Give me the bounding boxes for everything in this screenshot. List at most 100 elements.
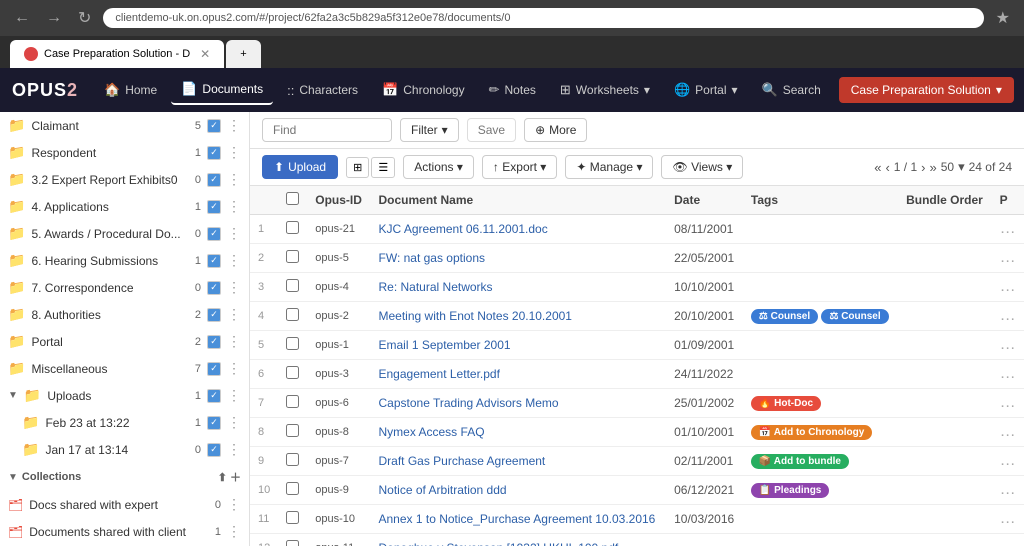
sidebar-menu[interactable]: ⋮	[227, 117, 241, 134]
row-checkbox[interactable]	[286, 337, 299, 350]
sidebar-checkbox[interactable]: ✓	[207, 416, 221, 430]
col-p[interactable]: P	[992, 186, 1024, 215]
row-more-button[interactable]: …	[1000, 423, 1016, 441]
sidebar-checkbox[interactable]: ✓	[207, 227, 221, 241]
bookmark-button[interactable]: ★	[992, 6, 1014, 30]
doc-name-link[interactable]: Email 1 September 2001	[379, 338, 511, 352]
row-more-button[interactable]: …	[1000, 336, 1016, 354]
row-checkbox[interactable]	[286, 395, 299, 408]
sidebar-menu[interactable]: ⋮	[227, 198, 241, 215]
row-more-button[interactable]: …	[1000, 307, 1016, 325]
row-more-button[interactable]: …	[1000, 539, 1016, 546]
find-input[interactable]	[262, 118, 392, 142]
row-checkbox[interactable]	[286, 540, 299, 546]
filter-button[interactable]: Filter ▾	[400, 118, 459, 142]
sidebar-menu[interactable]: ⋮	[227, 414, 241, 431]
first-page-button[interactable]: «	[874, 160, 881, 175]
doc-name-link[interactable]: Donoghue v Stevenson [1932] UKHL 100.pdf	[379, 541, 619, 546]
collections-add-button[interactable]: ⬆ ＋	[218, 469, 241, 485]
sidebar-menu[interactable]: ⋮	[227, 279, 241, 296]
forward-button[interactable]: →	[42, 7, 66, 29]
doc-name-link[interactable]: Draft Gas Purchase Agreement	[379, 454, 546, 468]
tag-badge[interactable]: ⚖ Counsel	[751, 309, 818, 324]
nav-notes[interactable]: ✏ Notes	[479, 76, 546, 104]
upload-button[interactable]: ⬆ Upload	[262, 155, 338, 179]
sidebar-menu[interactable]: ⋮	[227, 225, 241, 242]
sidebar-item-claimant[interactable]: 📁 Claimant 5 ✓ ⋮	[0, 112, 249, 139]
sidebar-checkbox[interactable]: ✓	[207, 443, 221, 457]
views-button[interactable]: 👁 Views ▾	[661, 155, 743, 179]
sidebar-checkbox[interactable]: ✓	[207, 362, 221, 376]
tab-close-button[interactable]: ✕	[200, 47, 210, 61]
sidebar-checkbox[interactable]: ✓	[207, 173, 221, 187]
sidebar-menu[interactable]: ⋮	[227, 496, 241, 513]
back-button[interactable]: ←	[10, 7, 34, 29]
tag-badge[interactable]: 📅 Add to Chronology	[751, 425, 872, 440]
sidebar-checkbox[interactable]: ✓	[207, 254, 221, 268]
sidebar-item-respondent[interactable]: 📁 Respondent 1 ✓ ⋮	[0, 139, 249, 166]
uploads-chevron[interactable]: ▼	[8, 390, 18, 401]
doc-name-link[interactable]: Re: Natural Networks	[379, 280, 493, 294]
row-more-button[interactable]: …	[1000, 394, 1016, 412]
sidebar-menu[interactable]: ⋮	[227, 144, 241, 161]
sidebar-checkbox[interactable]: ✓	[207, 335, 221, 349]
new-tab-button[interactable]: +	[226, 40, 260, 68]
row-more-button[interactable]: …	[1000, 278, 1016, 296]
next-page-button[interactable]: ›	[921, 160, 925, 175]
sidebar-item-uploads[interactable]: ▼ 📁 Uploads 1 ✓ ⋮	[0, 382, 249, 409]
row-checkbox[interactable]	[286, 511, 299, 524]
tag-badge[interactable]: ⚖ Counsel	[821, 309, 888, 324]
sidebar-item-applications[interactable]: 📁 4. Applications 1 ✓ ⋮	[0, 193, 249, 220]
row-checkbox[interactable]	[286, 250, 299, 263]
row-more-button[interactable]: …	[1000, 481, 1016, 499]
grid-view-button[interactable]: ⊞	[346, 157, 369, 178]
doc-name-link[interactable]: FW: nat gas options	[379, 251, 486, 265]
sidebar-item-docs-expert[interactable]: 🗂 Docs shared with expert 0 ⋮	[0, 491, 249, 518]
list-view-button[interactable]: ☰	[371, 157, 395, 178]
sidebar-checkbox[interactable]: ✓	[207, 119, 221, 133]
col-opus-id[interactable]: Opus-ID	[307, 186, 370, 215]
sidebar-menu[interactable]: ⋮	[227, 171, 241, 188]
sidebar-checkbox[interactable]: ✓	[207, 200, 221, 214]
sidebar-menu[interactable]: ⋮	[227, 387, 241, 404]
tag-badge[interactable]: 🔥 Hot-Doc	[751, 396, 821, 411]
col-tags[interactable]: Tags	[743, 186, 898, 215]
nav-home[interactable]: 🏠 Home	[94, 76, 167, 104]
sidebar-item-correspondence[interactable]: 📁 7. Correspondence 0 ✓ ⋮	[0, 274, 249, 301]
row-checkbox[interactable]	[286, 424, 299, 437]
doc-name-link[interactable]: Capstone Trading Advisors Memo	[379, 396, 559, 410]
doc-name-link[interactable]: Annex 1 to Notice_Purchase Agreement 10.…	[379, 512, 656, 526]
select-all-checkbox[interactable]	[286, 192, 299, 205]
row-checkbox[interactable]	[286, 279, 299, 292]
active-tab[interactable]: Case Preparation Solution - D ✕	[10, 40, 224, 68]
manage-button[interactable]: ✦ Manage ▾	[565, 155, 653, 179]
row-checkbox[interactable]	[286, 482, 299, 495]
doc-name-link[interactable]: Engagement Letter.pdf	[379, 367, 500, 381]
export-button[interactable]: ↑ Export ▾	[482, 155, 557, 179]
nav-documents[interactable]: 📄 Documents	[171, 75, 273, 105]
sidebar-item-authorities[interactable]: 📁 8. Authorities 2 ✓ ⋮	[0, 301, 249, 328]
col-date[interactable]: Date	[666, 186, 743, 215]
row-checkbox[interactable]	[286, 366, 299, 379]
sidebar-checkbox[interactable]: ✓	[207, 389, 221, 403]
sidebar-item-docs-client[interactable]: 🗂 Documents shared with client 1 ⋮	[0, 518, 249, 545]
per-page-button[interactable]: ▾	[958, 159, 965, 175]
actions-button[interactable]: Actions ▾	[403, 155, 474, 179]
collections-toggle[interactable]: ▼	[8, 472, 18, 483]
sidebar-menu[interactable]: ⋮	[227, 360, 241, 377]
sidebar-item-expert-report[interactable]: 📁 3.2 Expert Report Exhibits0 0 ✓ ⋮	[0, 166, 249, 193]
refresh-button[interactable]: ↻	[74, 6, 95, 30]
doc-name-link[interactable]: Nymex Access FAQ	[379, 425, 485, 439]
sidebar-checkbox[interactable]: ✓	[207, 308, 221, 322]
save-button[interactable]: Save	[467, 118, 516, 142]
nav-search[interactable]: 🔍 Search	[752, 76, 831, 104]
doc-name-link[interactable]: KJC Agreement 06.11.2001.doc	[379, 222, 548, 236]
address-bar[interactable]: clientdemo-uk.on.opus2.com/#/project/62f…	[103, 8, 983, 28]
sidebar-item-miscellaneous[interactable]: 📁 Miscellaneous 7 ✓ ⋮	[0, 355, 249, 382]
nav-chronology[interactable]: 📅 Chronology	[372, 76, 475, 104]
row-checkbox[interactable]	[286, 453, 299, 466]
row-more-button[interactable]: …	[1000, 452, 1016, 470]
sidebar-menu[interactable]: ⋮	[227, 252, 241, 269]
row-checkbox[interactable]	[286, 221, 299, 234]
row-checkbox[interactable]	[286, 308, 299, 321]
